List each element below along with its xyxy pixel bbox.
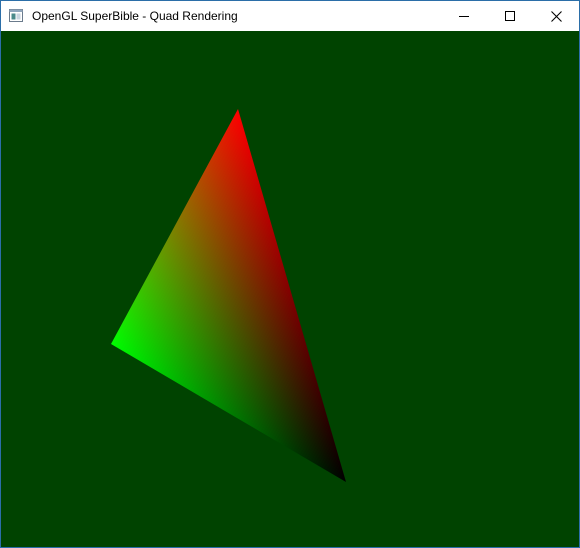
minimize-icon [459, 16, 469, 17]
shaded-triangle [111, 109, 346, 482]
window-app-icon [9, 9, 23, 22]
title-bar[interactable]: OpenGL SuperBible - Quad Rendering [1, 1, 579, 31]
close-button[interactable] [533, 1, 579, 31]
maximize-button[interactable] [487, 1, 533, 31]
maximize-icon [505, 11, 515, 21]
minimize-button[interactable] [441, 1, 487, 31]
window-title: OpenGL SuperBible - Quad Rendering [32, 9, 238, 23]
opengl-viewport[interactable] [1, 31, 579, 547]
render-canvas [111, 109, 346, 482]
app-window: OpenGL SuperBible - Quad Rendering [0, 0, 580, 548]
triangle-raster [111, 109, 346, 482]
close-icon [550, 10, 562, 22]
